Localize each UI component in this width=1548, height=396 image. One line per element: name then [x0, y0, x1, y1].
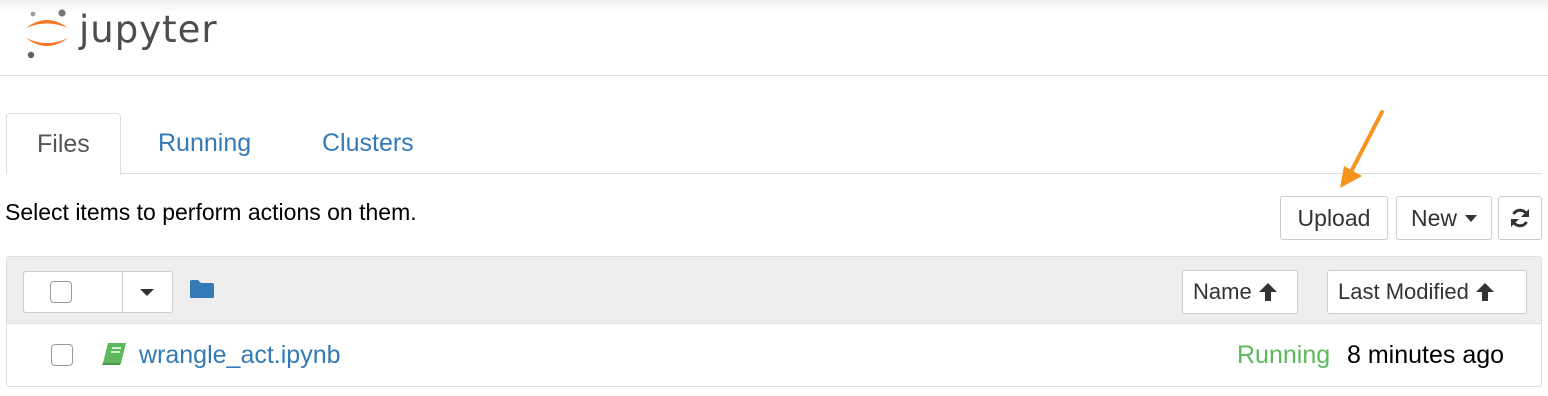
sort-name-label: Name: [1193, 279, 1252, 304]
instruction-text: Select items to perform actions on them.: [5, 199, 417, 225]
file-list: Name Last Modified wrangle_act.ipynb Run…: [6, 256, 1542, 387]
new-button[interactable]: New: [1396, 196, 1492, 240]
select-all-checkbox[interactable]: [50, 281, 72, 303]
tab-clusters[interactable]: Clusters: [294, 113, 442, 174]
jupyter-logo-icon: [26, 9, 68, 59]
sort-by-name-button[interactable]: Name: [1182, 270, 1298, 314]
refresh-icon: [1511, 208, 1529, 228]
tab-running[interactable]: Running: [130, 113, 279, 174]
folder-icon[interactable]: [189, 279, 215, 299]
last-modified: 8 minutes ago: [1347, 341, 1505, 369]
item-checkbox[interactable]: [51, 344, 73, 366]
select-all-box[interactable]: [24, 272, 123, 312]
jupyter-logo[interactable]: jupyter: [22, 4, 218, 62]
caret-down-icon: [1465, 214, 1477, 222]
file-name-link[interactable]: wrangle_act.ipynb: [139, 341, 341, 370]
notebook-icon: [102, 343, 126, 365]
annotation-arrow: [1340, 110, 1384, 188]
app-name: jupyter: [79, 7, 218, 51]
running-status: Running: [1237, 341, 1331, 369]
arrow-up-icon: [1475, 283, 1494, 301]
header: jupyter: [0, 0, 1548, 76]
refresh-button[interactable]: [1498, 196, 1542, 240]
select-menu-caret-icon[interactable]: [140, 289, 154, 296]
upload-button[interactable]: Upload: [1280, 196, 1388, 240]
tab-files[interactable]: Files: [6, 113, 121, 175]
list-item[interactable]: wrangle_act.ipynb Running 8 minutes ago: [7, 324, 1541, 386]
sort-modified-label: Last Modified: [1338, 279, 1469, 304]
new-button-label: New: [1410, 204, 1457, 231]
sort-by-modified-button[interactable]: Last Modified: [1327, 270, 1527, 314]
tab-bar: Files Running Clusters: [6, 113, 1542, 175]
file-list-header: Name Last Modified: [7, 257, 1541, 324]
arrow-up-icon: [1258, 283, 1277, 301]
upload-button-label: Upload: [1297, 204, 1371, 231]
select-all-control: [23, 271, 173, 313]
